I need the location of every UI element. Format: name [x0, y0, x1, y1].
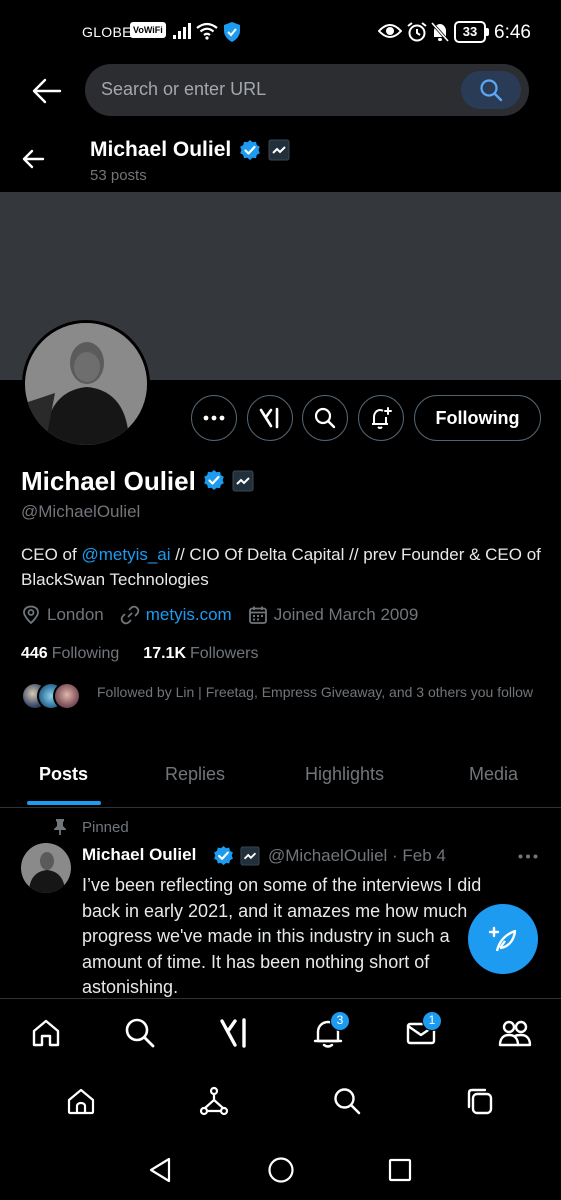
- following-count: 446: [21, 645, 48, 662]
- battery-indicator: 33: [454, 21, 486, 43]
- tab-highlights[interactable]: Highlights: [305, 764, 384, 785]
- battery-nub: [486, 28, 489, 36]
- calendar-icon: [248, 605, 274, 625]
- bell-off-icon: [430, 21, 450, 43]
- joined-item: Joined March 2009: [248, 605, 419, 625]
- verified-badge-icon: [212, 845, 235, 868]
- follower-avatar: [53, 682, 81, 710]
- followed-by-text[interactable]: Followed by Lin | Freetag, Empress Givea…: [97, 682, 537, 702]
- more-options-button[interactable]: [191, 395, 237, 441]
- compose-feather-icon: [488, 924, 518, 954]
- more-dots-icon: [203, 415, 225, 421]
- system-recents-icon[interactable]: [387, 1156, 413, 1184]
- verified-badge-icon[interactable]: [202, 469, 226, 493]
- website-item[interactable]: metyis.com: [120, 605, 232, 625]
- profile-handle: @MichaelOuliel: [21, 502, 141, 521]
- profile-avatar[interactable]: [22, 320, 150, 448]
- communities-icon[interactable]: [498, 1017, 532, 1049]
- profile-name: Michael Ouliel: [21, 466, 196, 496]
- notifications-subscribe-button[interactable]: [358, 395, 404, 441]
- messages-badge: 1: [422, 1011, 442, 1031]
- followers-count: 17.1K: [143, 645, 186, 662]
- following-label: Following: [51, 645, 120, 662]
- search-profile-button[interactable]: [302, 395, 348, 441]
- follow-stats: 446 Following 17.1K Followers: [21, 645, 282, 663]
- tab-replies[interactable]: Replies: [165, 764, 225, 785]
- tab-media[interactable]: Media: [469, 764, 518, 785]
- followers-label: Followers: [190, 645, 259, 662]
- compose-post-button[interactable]: [468, 904, 538, 974]
- location-pin-icon: [21, 605, 47, 625]
- browser-search-icon[interactable]: [332, 1086, 362, 1116]
- explore-search-icon[interactable]: [124, 1017, 156, 1049]
- followers-you-know-avatars[interactable]: [21, 682, 91, 712]
- notifications-badge: 3: [330, 1011, 350, 1031]
- affiliation-badge-icon: [240, 846, 260, 866]
- post-text[interactable]: I’ve been reflecting on some of the inte…: [82, 873, 502, 1001]
- affiliation-badge-icon: [268, 139, 290, 161]
- active-tab-indicator: [27, 801, 101, 805]
- bell-plus-icon: [369, 406, 393, 430]
- pinned-label-row: Pinned: [52, 818, 129, 836]
- system-navigation-bar: [0, 1138, 561, 1200]
- browser-back-button[interactable]: [30, 74, 64, 108]
- grok-icon[interactable]: [219, 1017, 249, 1049]
- browser-share-branch-icon[interactable]: [199, 1086, 229, 1116]
- header-post-count: 53 posts: [90, 167, 147, 184]
- clock: 6:46: [494, 22, 531, 43]
- vowifi-badge: VoWiFi: [130, 22, 166, 38]
- system-home-icon[interactable]: [267, 1156, 295, 1184]
- wifi-icon: [196, 22, 218, 40]
- joined-text: Joined March 2009: [273, 605, 419, 624]
- eye-icon: [378, 22, 402, 40]
- signal-icon: [172, 22, 192, 40]
- url-placeholder: Search or enter URL: [101, 79, 267, 99]
- profile-bio: CEO of @metyis_ai // CIO Of Delta Capita…: [21, 542, 541, 592]
- bio-mention-link[interactable]: @metyis_ai: [81, 545, 170, 564]
- pinned-text: Pinned: [82, 818, 129, 836]
- affiliation-badge-icon[interactable]: [232, 470, 254, 492]
- location-text: London: [47, 605, 104, 624]
- home-icon[interactable]: [30, 1017, 62, 1049]
- browser-tabs-icon[interactable]: [465, 1086, 495, 1116]
- website-link[interactable]: metyis.com: [146, 605, 232, 625]
- post-author-avatar[interactable]: [21, 843, 71, 893]
- carrier-name: GLOBE: [82, 24, 132, 40]
- grok-button[interactable]: [247, 395, 293, 441]
- status-bar: GLOBE VoWiFi 33 6:46: [0, 0, 561, 64]
- following-button[interactable]: Following: [414, 395, 541, 441]
- url-search-button[interactable]: [461, 71, 521, 109]
- shield-icon: [222, 21, 242, 43]
- bottom-nav: 3 1: [0, 998, 561, 1068]
- pin-icon: [52, 818, 82, 836]
- system-back-icon[interactable]: [147, 1156, 173, 1184]
- bio-text: CEO of: [21, 545, 82, 564]
- search-icon: [479, 78, 503, 102]
- verified-badge-icon: [238, 139, 262, 163]
- link-icon: [120, 605, 146, 625]
- alarm-icon: [406, 21, 428, 43]
- profile-back-button[interactable]: [20, 146, 46, 172]
- browser-home-icon[interactable]: [66, 1086, 96, 1116]
- post-author-name[interactable]: Michael Ouliel: [82, 845, 196, 865]
- followers-stat[interactable]: 17.1K Followers: [143, 645, 258, 663]
- tab-posts[interactable]: Posts: [39, 764, 88, 785]
- following-stat[interactable]: 446 Following: [21, 645, 119, 663]
- header-title: Michael Ouliel: [90, 138, 232, 161]
- post-more-icon[interactable]: [518, 854, 538, 859]
- location-item: London: [21, 605, 104, 625]
- profile-meta: London metyis.com Joined March 2009: [21, 605, 434, 625]
- profile-tabs: Posts Replies Highlights Media: [0, 746, 561, 808]
- post-handle-date[interactable]: @MichaelOuliel · Feb 4: [268, 846, 446, 866]
- grok-icon: [258, 406, 282, 430]
- search-icon: [314, 407, 336, 429]
- url-bar[interactable]: Search or enter URL: [85, 64, 529, 116]
- browser-toolbar: [0, 1068, 561, 1138]
